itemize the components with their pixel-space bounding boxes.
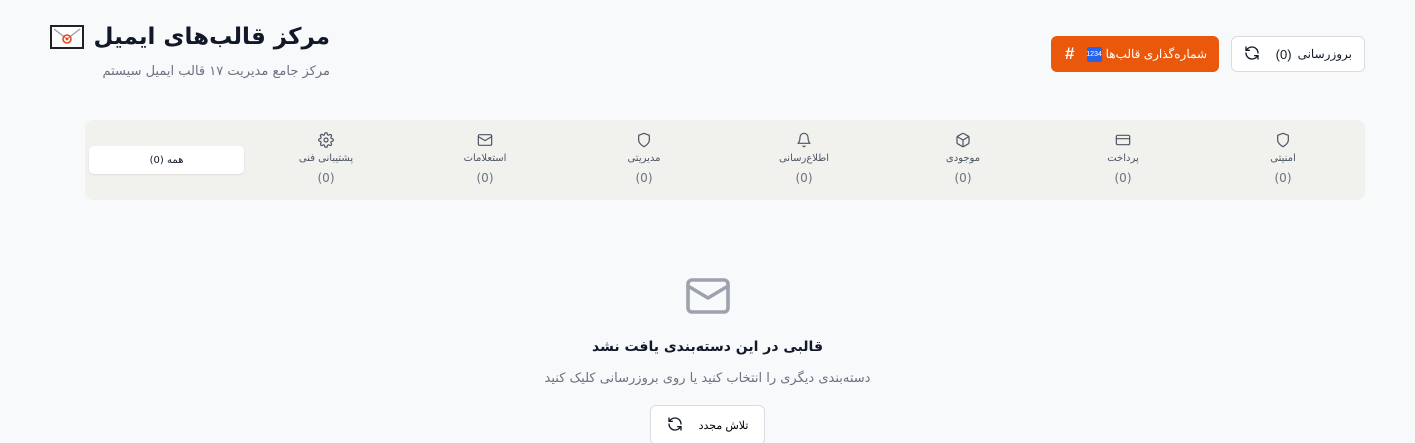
gear-icon	[318, 132, 334, 148]
tab-count: (0)	[476, 171, 494, 185]
bell-icon	[797, 132, 811, 148]
refresh-label-group: بروزرسانی (0)	[1276, 47, 1352, 62]
tab-security[interactable]: امنیتی (0)	[1203, 120, 1363, 200]
refresh-button[interactable]: بروزرسانی (0)	[1231, 36, 1365, 72]
numbering-label-group: شماره‌گذاری قالب‌ها 1234	[1086, 46, 1207, 62]
tab-label: امنیتی	[1270, 153, 1296, 164]
tab-count: (0)	[954, 171, 972, 185]
tab-management[interactable]: مدیریتی (0)	[564, 120, 724, 200]
refresh-icon	[667, 416, 683, 435]
tab-payment[interactable]: پرداخت (0)	[1043, 120, 1203, 200]
package-icon	[956, 132, 970, 148]
tab-label: اطلاع‌رسانی	[778, 153, 830, 164]
mail-icon	[685, 278, 730, 314]
tab-label: پشتیبانی فنی	[298, 153, 354, 164]
tab-label: مدیریتی	[627, 153, 661, 164]
mail-icon	[477, 134, 493, 146]
input-numbers-icon: 1234	[1086, 46, 1102, 62]
retry-label: تلاش مجدد	[698, 419, 749, 432]
page-subtitle: مرکز جامع مدیریت ۱۷ قالب ایمیل سیستم	[102, 64, 330, 79]
category-tabs: امنیتی (0) پرداخت (0) موجودی (0) اطلاع‌ر…	[85, 120, 1365, 200]
empty-state-description: دسته‌بندی دیگری را انتخاب کنید یا روی بر…	[544, 371, 871, 386]
retry-button[interactable]: تلاش مجدد	[650, 405, 765, 443]
shield-icon	[638, 132, 650, 148]
page-title: مرکز قالب‌های ایمیل	[93, 24, 330, 50]
tab-label: موجودی	[945, 153, 981, 164]
numbers-emoji-text: 1234	[1086, 50, 1102, 58]
envelope-with-arrow-icon	[49, 25, 84, 49]
tab-all[interactable]: همه (0)	[89, 146, 244, 174]
numbering-label: شماره‌گذاری قالب‌ها	[1105, 47, 1207, 61]
header-actions: شماره‌گذاری قالب‌ها 1234 # بروزرسانی (0)	[1051, 36, 1365, 72]
tab-inventory[interactable]: موجودی (0)	[883, 120, 1043, 200]
refresh-icon	[1244, 45, 1260, 64]
shield-icon	[1277, 132, 1289, 148]
hash-icon: #	[1065, 44, 1075, 63]
tab-inquiries[interactable]: استعلامات (0)	[405, 120, 565, 200]
refresh-label: بروزرسانی	[1297, 47, 1352, 61]
tab-count: (0)	[795, 171, 813, 185]
tab-count: (0)	[317, 171, 335, 185]
empty-state: قالبی در این دسته‌بندی یافت نشد دسته‌بند…	[0, 272, 1415, 443]
tab-count: (0)	[1274, 171, 1292, 185]
title-row: مرکز قالب‌های ایمیل	[49, 24, 330, 50]
refresh-count: (0)	[1275, 46, 1292, 62]
tab-count: (0)	[1114, 171, 1132, 185]
tab-count: (0)	[635, 171, 653, 185]
tab-notification[interactable]: اطلاع‌رسانی (0)	[724, 120, 884, 200]
tab-label: پرداخت	[1107, 153, 1139, 164]
tab-tech-support[interactable]: پشتیبانی فنی (0)	[246, 120, 406, 200]
numbering-templates-button[interactable]: شماره‌گذاری قالب‌ها 1234 #	[1051, 36, 1219, 72]
empty-state-title: قالبی در این دسته‌بندی یافت نشد	[592, 339, 823, 355]
credit-card-icon	[1115, 134, 1131, 146]
tab-label: استعلامات	[463, 153, 507, 164]
page-header: مرکز قالب‌های ایمیل مرکز جامع مدیریت ۱۷ …	[49, 24, 330, 79]
